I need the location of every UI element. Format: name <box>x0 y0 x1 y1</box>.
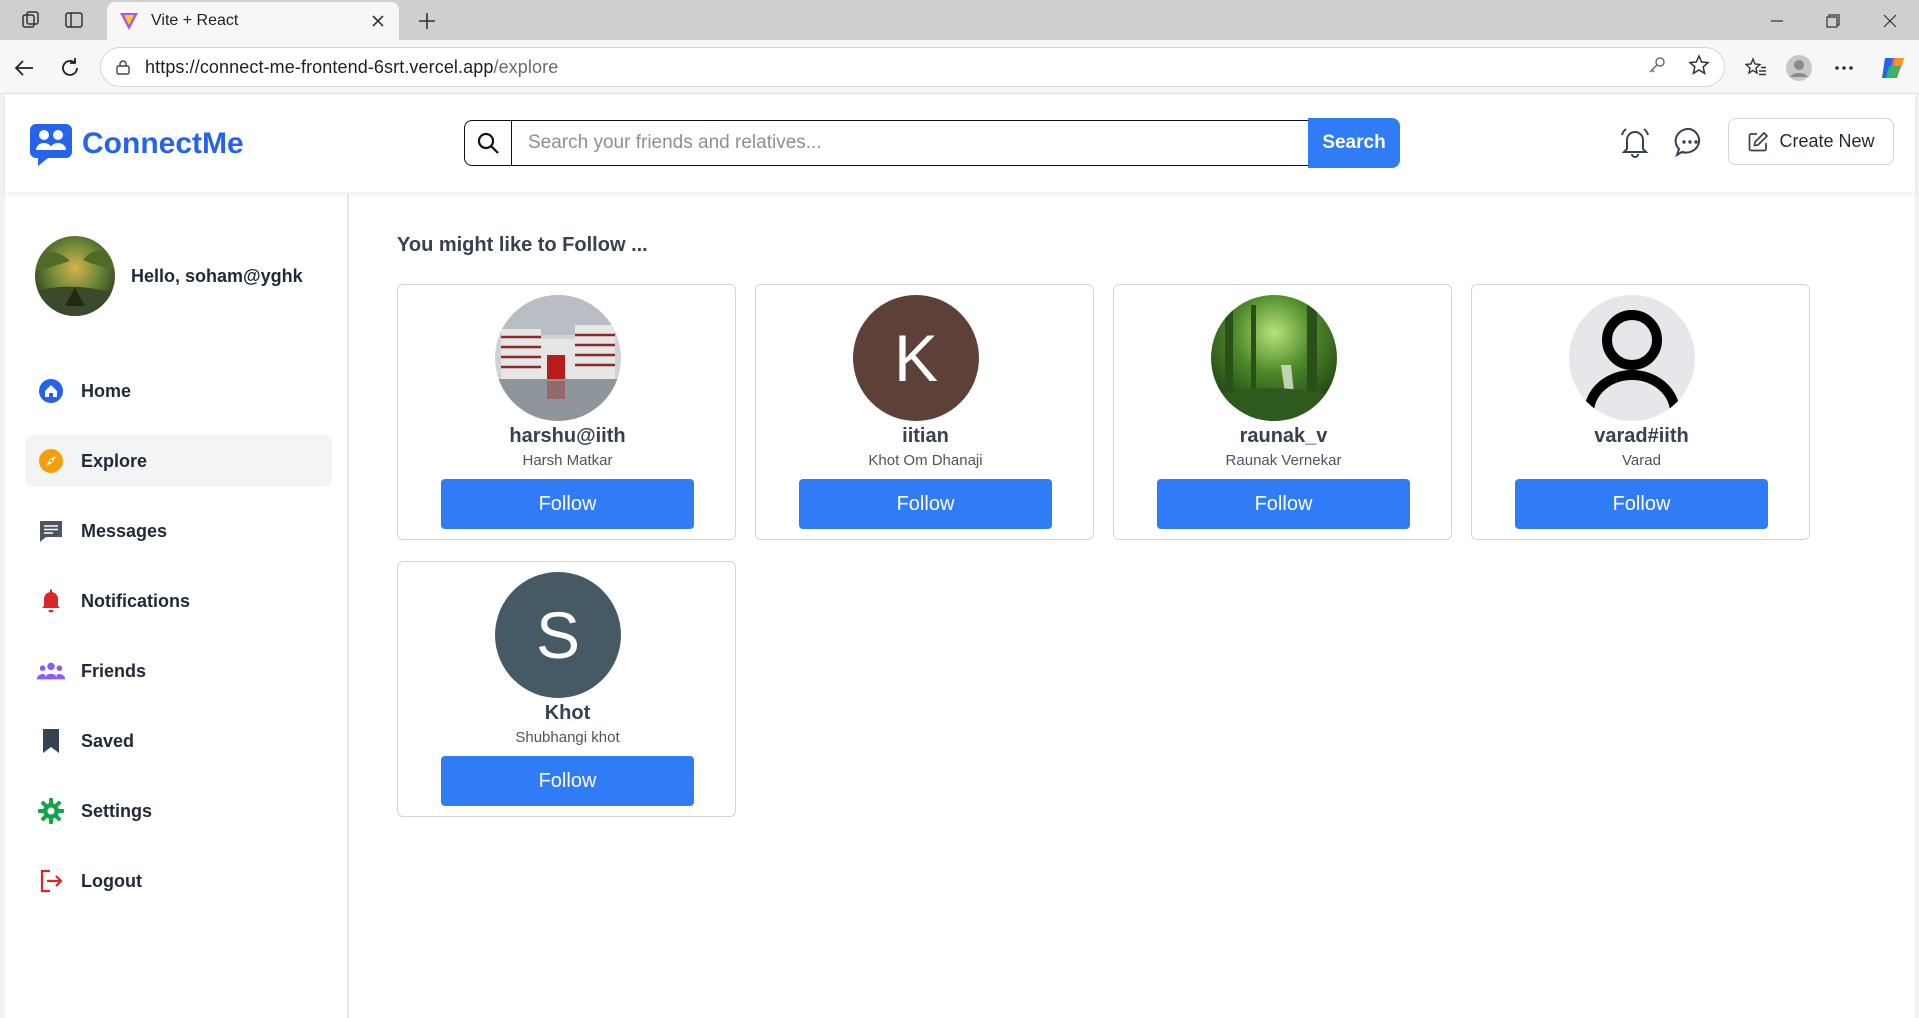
brand-name: ConnectMe <box>82 127 244 160</box>
notification-bell-icon[interactable] <box>1615 122 1655 162</box>
search-input[interactable] <box>512 120 1308 166</box>
follow-button[interactable]: Follow <box>441 756 694 806</box>
card-fullname: Varad <box>1622 452 1661 469</box>
close-tab-icon[interactable] <box>369 12 387 30</box>
page-title: You might like to Follow ... <box>397 234 648 256</box>
sidebar-item-friends[interactable]: Friends <box>25 645 332 697</box>
avatar[interactable]: S <box>495 572 621 698</box>
avatar[interactable] <box>495 295 621 421</box>
card-username: iitian <box>902 425 949 447</box>
suggestion-card: K iitian Khot Om Dhanaji Follow <box>755 284 1094 540</box>
follow-button[interactable]: Follow <box>441 479 694 529</box>
gear-icon <box>37 797 65 825</box>
sidebar-item-label: Messages <box>81 520 168 541</box>
suggestion-card: S Khot Shubhangi khot Follow <box>397 561 736 817</box>
create-new-label: Create New <box>1779 131 1875 151</box>
new-tab-icon[interactable] <box>414 8 440 34</box>
sidebar-item-home[interactable]: Home <box>25 365 332 417</box>
browser-tab-active[interactable]: Vite + React <box>107 2 399 40</box>
favorite-star-icon[interactable] <box>1688 53 1710 81</box>
sidebar-item-label: Notifications <box>81 590 191 611</box>
restore-icon[interactable] <box>1818 8 1848 34</box>
favorites-list-icon[interactable] <box>1741 53 1771 83</box>
search-button[interactable]: Search <box>1308 118 1400 168</box>
message-icon <box>37 517 65 545</box>
create-new-button[interactable]: Create New <box>1728 118 1894 165</box>
reload-icon[interactable] <box>56 54 84 82</box>
url-host: https://connect-me-frontend-6srt.vercel.… <box>145 56 494 77</box>
profile-greeting: Hello, soham@yghk <box>131 265 303 286</box>
tab-actions-icon[interactable] <box>61 8 87 32</box>
edit-icon <box>1749 131 1769 151</box>
close-window-icon[interactable] <box>1875 8 1905 34</box>
sidebar-item-label: Saved <box>81 730 135 751</box>
profile-avatar-icon[interactable] <box>1784 53 1814 83</box>
avatar[interactable] <box>35 236 115 316</box>
bookmark-icon <box>37 727 65 755</box>
sidebar-item-messages[interactable]: Messages <box>25 505 332 557</box>
sidebar-item-settings[interactable]: Settings <box>25 785 332 837</box>
workspaces-icon[interactable] <box>18 8 44 32</box>
sidebar-item-explore[interactable]: Explore <box>25 435 332 487</box>
sidebar-item-logout[interactable]: Logout <box>25 855 332 907</box>
follow-button[interactable]: Follow <box>1157 479 1410 529</box>
avatar-initial: S <box>535 598 581 672</box>
app-header: ConnectMe Search Create New <box>5 94 1915 192</box>
minimize-icon[interactable] <box>1762 8 1792 34</box>
user-placeholder-icon <box>1584 310 1680 414</box>
back-arrow-icon[interactable] <box>10 54 38 82</box>
connectme-logo-icon <box>30 124 72 166</box>
card-fullname: Harsh Matkar <box>522 452 613 469</box>
address-bar[interactable]: https://connect-me-frontend-6srt.vercel.… <box>100 47 1725 87</box>
card-fullname: Shubhangi khot <box>515 729 620 746</box>
bell-icon <box>37 587 65 615</box>
suggestion-card: varad#iith Varad Follow <box>1471 284 1810 540</box>
card-username: harshu@iith <box>509 425 626 447</box>
browser-tab-bar: Vite + React <box>0 0 1919 40</box>
explore-content: You might like to Follow ... harshu@iith <box>397 234 1810 817</box>
card-username: raunak_v <box>1239 425 1328 447</box>
avatar-initial: K <box>893 321 939 395</box>
chat-bubble-icon[interactable] <box>1670 122 1710 162</box>
sidebar-menu: Home Explore Messages Notifications Frie… <box>25 365 332 925</box>
profile-summary[interactable]: Hello, soham@yghk <box>35 236 303 316</box>
card-fullname: Khot Om Dhanaji <box>868 452 983 469</box>
users-icon <box>37 657 65 685</box>
avatar[interactable] <box>1569 295 1695 421</box>
url-text: https://connect-me-frontend-6srt.vercel.… <box>145 57 1648 78</box>
home-icon <box>37 377 65 405</box>
sidebar-item-label: Home <box>81 380 132 401</box>
avatar[interactable]: K <box>853 295 979 421</box>
follow-button[interactable]: Follow <box>1515 479 1768 529</box>
url-path: /explore <box>493 56 559 77</box>
compass-icon <box>37 447 65 475</box>
card-fullname: Raunak Vernekar <box>1225 452 1342 469</box>
sidebar-item-label: Friends <box>81 660 147 681</box>
sidebar-item-label: Settings <box>81 800 153 821</box>
search-bar: Search <box>464 118 1400 168</box>
logout-icon <box>37 867 65 895</box>
lock-icon[interactable] <box>115 58 133 76</box>
search-icon[interactable] <box>464 120 512 166</box>
sidebar: Hello, soham@yghk Home Explore Messages … <box>5 194 349 1018</box>
card-username: Khot <box>544 702 591 724</box>
tab-title: Vite + React <box>151 12 239 29</box>
sidebar-item-label: Logout <box>81 870 142 891</box>
follow-button[interactable]: Follow <box>799 479 1052 529</box>
brand-logo[interactable]: ConnectMe <box>30 122 244 166</box>
more-menu-icon[interactable] <box>1829 53 1859 83</box>
app-root: ConnectMe Search Create New <box>5 94 1915 1018</box>
sidebar-item-notifications[interactable]: Notifications <box>25 575 332 627</box>
avatar[interactable] <box>1211 295 1337 421</box>
vite-logo-icon <box>120 13 138 30</box>
sidebar-item-saved[interactable]: Saved <box>25 715 332 767</box>
browser-toolbar: https://connect-me-frontend-6srt.vercel.… <box>0 40 1919 94</box>
copilot-icon[interactable] <box>1878 53 1908 83</box>
key-icon[interactable] <box>1648 56 1666 79</box>
suggestion-card: harshu@iith Harsh Matkar Follow <box>397 284 736 540</box>
sidebar-item-label: Explore <box>81 450 148 471</box>
card-username: varad#iith <box>1594 425 1689 447</box>
suggestion-card: raunak_v Raunak Vernekar Follow <box>1113 284 1452 540</box>
